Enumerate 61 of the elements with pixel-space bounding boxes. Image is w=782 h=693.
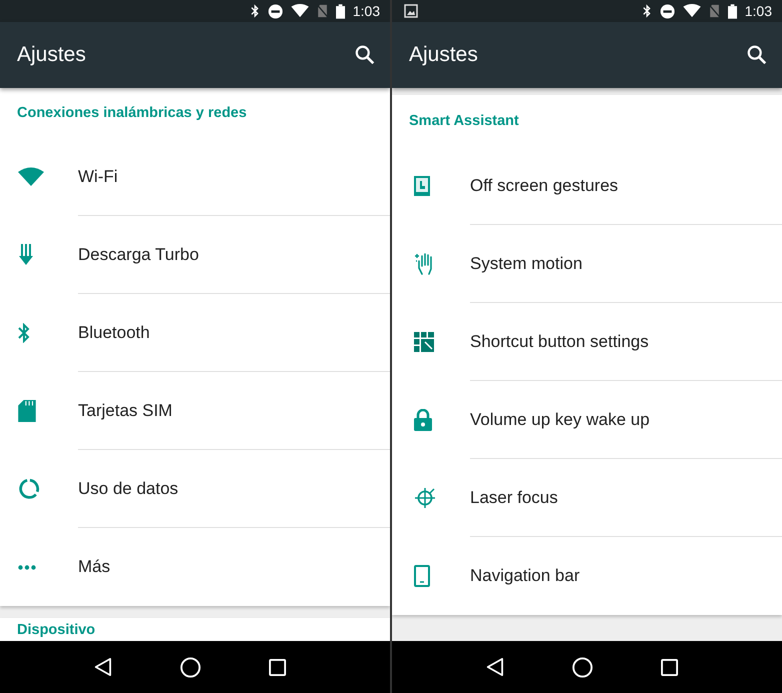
- section-header: Conexiones inalámbricas y redes: [16, 104, 248, 123]
- settings-item[interactable]: Descarga Turbo: [0, 216, 390, 294]
- app-bar-title: Ajustes: [17, 43, 87, 67]
- sd-card-icon: [18, 400, 36, 422]
- battery-icon: [336, 4, 345, 18]
- item-label: Más: [78, 556, 112, 578]
- do-not-disturb-icon: [268, 4, 283, 18]
- settings-item[interactable]: Navigation bar: [392, 537, 782, 615]
- item-label: Descarga Turbo: [78, 216, 390, 294]
- settings-item[interactable]: Más: [0, 528, 390, 606]
- picture-notification-icon: [404, 4, 418, 18]
- phone-outline-icon: [414, 565, 430, 587]
- search-icon[interactable]: [746, 44, 768, 66]
- bluetooth-icon: [18, 323, 30, 343]
- search-icon[interactable]: [354, 44, 376, 66]
- item-label: Uso de datos: [78, 450, 390, 528]
- settings-item[interactable]: Off screen gestures: [392, 147, 782, 225]
- settings-item[interactable]: Tarjetas SIM: [0, 372, 390, 450]
- settings-item[interactable]: Shortcut button settings: [392, 303, 782, 381]
- wifi-icon: [18, 167, 44, 187]
- item-label: System motion: [470, 225, 782, 303]
- clock-time: 1:03: [352, 3, 380, 19]
- more-dots-icon: [18, 564, 36, 570]
- grid-icon: [414, 332, 434, 352]
- item-label: Navigation bar: [470, 565, 581, 587]
- settings-item[interactable]: Laser focus: [392, 459, 782, 537]
- home-icon[interactable]: [572, 656, 593, 678]
- wifi-signal-icon: [290, 4, 309, 18]
- bluetooth-icon: [642, 4, 652, 18]
- touch-screen-icon: [414, 176, 430, 196]
- item-label: Off screen gestures: [470, 147, 782, 225]
- data-usage-icon: [18, 478, 40, 500]
- bluetooth-icon: [250, 4, 260, 18]
- no-sim-icon: [708, 4, 720, 18]
- down-arrow-icon: [18, 244, 34, 266]
- crosshair-icon: [414, 487, 436, 509]
- item-label: Wi-Fi: [78, 138, 390, 216]
- settings-item[interactable]: System motion: [392, 225, 782, 303]
- settings-item[interactable]: Volume up key wake up: [392, 381, 782, 459]
- back-icon[interactable]: [94, 657, 112, 677]
- do-not-disturb-icon: [660, 4, 675, 18]
- settings-item[interactable]: Uso de datos: [0, 450, 390, 528]
- section-header: Dispositivo: [16, 621, 96, 640]
- item-label: Tarjetas SIM: [78, 372, 390, 450]
- no-sim-icon: [316, 4, 328, 18]
- item-label: Bluetooth: [78, 294, 390, 372]
- battery-icon: [728, 4, 737, 18]
- section-header: Smart Assistant: [408, 112, 520, 131]
- recent-apps-icon[interactable]: [269, 658, 286, 676]
- app-bar-title: Ajustes: [409, 43, 479, 67]
- item-label: Shortcut button settings: [470, 303, 782, 381]
- settings-item[interactable]: Bluetooth: [0, 294, 390, 372]
- item-label: Volume up key wake up: [470, 381, 782, 459]
- back-icon[interactable]: [486, 657, 504, 677]
- recent-apps-icon[interactable]: [661, 658, 678, 676]
- settings-item[interactable]: Wi-Fi: [0, 138, 390, 216]
- lock-icon: [414, 409, 432, 431]
- wifi-signal-icon: [682, 4, 701, 18]
- clock-time: 1:03: [744, 3, 772, 19]
- home-icon[interactable]: [180, 656, 201, 678]
- item-label: Laser focus: [470, 459, 782, 537]
